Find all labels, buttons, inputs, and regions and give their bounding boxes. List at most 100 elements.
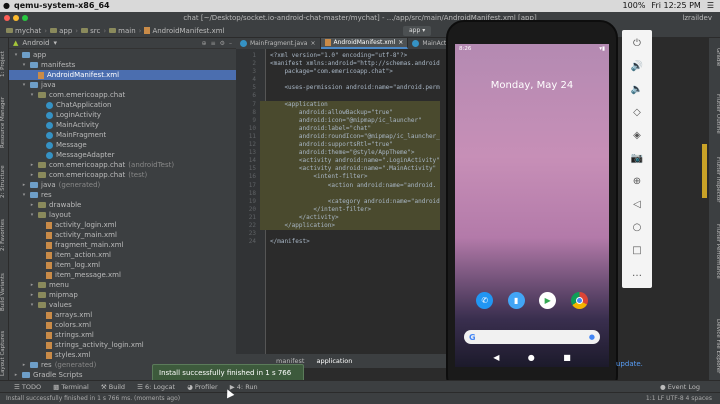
chevron-icon[interactable]: ▸ [13,370,19,380]
user-name[interactable]: lzraildev [682,12,712,24]
breadcrumb-item[interactable]: mychat [6,27,41,35]
tree-item[interactable]: item_message.xml [9,270,236,280]
phone-screen[interactable]: 8:26 ▾▮ Monday, May 24 ✆ ▮ ▶ G ● ◀ ● ■ [455,44,609,367]
chevron-icon[interactable]: ▸ [29,290,35,300]
collapse-icon[interactable]: ≡ [211,40,216,47]
tree-item[interactable]: colors.xml [9,320,236,330]
tree-item[interactable]: ▾ manifests [9,60,236,70]
messages-icon[interactable]: ▮ [507,292,525,309]
play-store-icon[interactable]: ▶ [539,292,557,309]
rotate-right-icon[interactable]: ◈ [622,130,652,141]
tree-item[interactable]: activity_login.xml [9,220,236,230]
locate-icon[interactable]: ⊕ [202,40,207,47]
close-icon[interactable]: × [398,37,403,48]
apple-icon[interactable]: ● [3,0,10,12]
tab-flutter-outline[interactable]: Flutter Outline [709,86,720,142]
chevron-icon[interactable]: ▸ [29,200,35,210]
tree-item[interactable]: ▸ com.emericoapp.chat (androidTest) [9,160,236,170]
chevron-icon[interactable]: ▾ [21,60,27,70]
tree-item[interactable]: arrays.xml [9,310,236,320]
tab-device-file-explorer[interactable]: Device File Explorer [709,314,720,378]
code-editor[interactable]: 1 <?xml version="1.0" encoding="utf-8"?> 2… [236,49,446,354]
chevron-icon[interactable]: ▾ [29,300,35,310]
chevron-icon[interactable]: ▾ [21,80,27,90]
tab-profiler[interactable]: ◕ Profiler [187,383,218,391]
tree-item[interactable]: ▾ com.emericoapp.chat [9,90,236,100]
tab-flutter-performance[interactable]: Flutter Performance [709,218,720,284]
tab-logcat[interactable]: ☰ 6: Logcat [137,383,175,391]
tree-item[interactable]: MainFragment [9,130,236,140]
tab-favorites[interactable]: 2: Favorites [0,214,9,256]
gear-icon[interactable]: ⚙ [220,40,225,47]
tree-item[interactable]: item_log.xml [9,260,236,270]
tree-item[interactable]: ▸ menu [9,280,236,290]
chevron-icon[interactable]: ▸ [21,360,27,370]
chevron-icon[interactable]: ▾ [29,90,35,100]
tab-project[interactable]: 1: Project [0,42,9,86]
tab-build[interactable]: ⚒ Build [101,383,125,391]
tree-item[interactable]: item_action.xml [9,250,236,260]
chevron-icon[interactable]: ▸ [29,160,35,170]
chevron-icon[interactable]: ▸ [21,180,27,190]
project-view-select[interactable]: Android [22,39,49,47]
tree-item[interactable]: fragment_main.xml [9,240,236,250]
breadcrumb-item[interactable]: AndroidManifest.xml [144,27,225,35]
run-config-select[interactable]: app ▾ [403,26,432,36]
close-icon[interactable]: × [310,38,315,49]
back-icon[interactable]: ◁ [622,199,652,210]
more-icon[interactable]: … [622,268,652,279]
home-icon[interactable]: ○ [622,222,652,233]
update-link[interactable]: update. [616,360,643,368]
tab-terminal[interactable]: ▩ Terminal [53,383,89,391]
mac-app-name[interactable]: qemu-system-x86_64 [14,0,110,12]
tree-item[interactable]: MainActivity [9,120,236,130]
tree-item[interactable]: ▾ values [9,300,236,310]
tab-layout-captures[interactable]: Layout Captures [0,328,9,378]
tab-run[interactable]: ▶ 4: Run [230,383,258,391]
tree-item[interactable]: LoginActivity [9,110,236,120]
mic-icon[interactable]: ● [589,333,595,341]
chrome-icon[interactable] [570,292,588,309]
chevron-icon[interactable]: ▸ [29,170,35,180]
breadcrumb-item[interactable]: src [81,27,100,35]
tab-application[interactable]: application [316,357,352,365]
tree-item[interactable]: ▾ app [9,50,236,60]
tree-item[interactable]: ▾ java [9,80,236,90]
zoom-window-button[interactable] [22,15,28,21]
tree-item[interactable]: Message [9,140,236,150]
tab-gradle[interactable]: Gradle [709,42,720,72]
tree-item[interactable]: ▸ java (generated) [9,180,236,190]
tree-item[interactable]: ▸ com.emericoapp.chat (test) [9,170,236,180]
camera-icon[interactable]: 📷 [622,153,652,164]
recents-icon[interactable]: ■ [563,353,571,362]
power-icon[interactable]: ⏻ [622,38,652,49]
breadcrumb-item[interactable]: app [50,27,72,35]
minimize-window-button[interactable] [13,15,19,21]
phone-icon[interactable]: ✆ [476,292,494,309]
tree-item[interactable]: ChatApplication [9,100,236,110]
volume-down-icon[interactable]: 🔈 [622,84,652,95]
back-icon[interactable]: ◀ [493,353,499,362]
overview-icon[interactable]: □ [622,245,652,256]
tab-main-fragment[interactable]: MainFragment.java × [236,38,321,49]
tab-build-variants[interactable]: Build Variants [0,268,9,316]
rotate-left-icon[interactable]: ◇ [622,107,652,118]
tree-item[interactable]: ▾ layout [9,210,236,220]
chevron-icon[interactable]: ▾ [21,190,27,200]
tree-item[interactable]: strings.xml [9,330,236,340]
volume-up-icon[interactable]: 🔊 [622,61,652,72]
tree-item[interactable]: MessageAdapter [9,150,236,160]
chevron-icon[interactable]: ▾ [13,50,19,60]
tree-item[interactable]: AndroidManifest.xml [9,70,236,80]
google-search-bar[interactable]: G ● [464,330,600,344]
menu-icon[interactable]: ☰ [707,0,714,12]
tab-todo[interactable]: ☰ TODO [14,383,41,391]
tab-structure[interactable]: 2: Structure [0,162,9,202]
home-icon[interactable]: ● [528,353,535,362]
tree-item[interactable]: ▸ mipmap [9,290,236,300]
tab-android-manifest[interactable]: AndroidManifest.xml × [320,37,409,49]
tree-item[interactable]: activity_main.xml [9,230,236,240]
tree-item[interactable]: strings_activity_login.xml [9,340,236,350]
chevron-icon[interactable]: ▾ [29,210,35,220]
tree-item[interactable]: styles.xml [9,350,236,360]
